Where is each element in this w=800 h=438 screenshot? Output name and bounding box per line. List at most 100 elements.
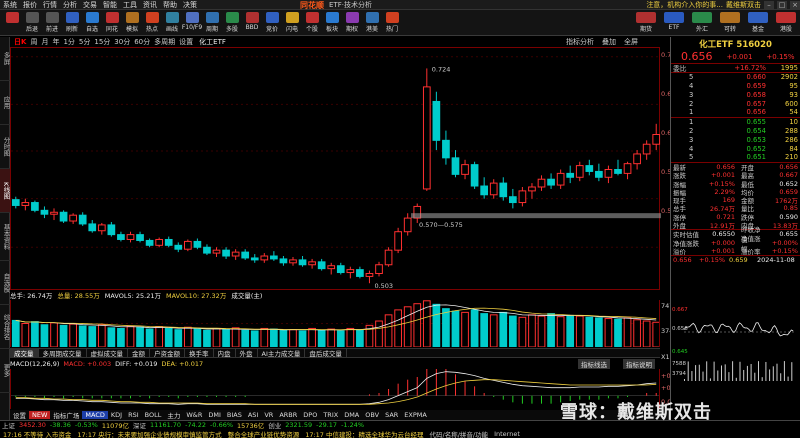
- period-tab[interactable]: 日K: [12, 37, 28, 47]
- maximize-icon[interactable]: □: [777, 0, 787, 10]
- period-tab[interactable]: 设置: [177, 37, 195, 47]
- menu-item[interactable]: 帮助: [160, 0, 180, 10]
- period-tab[interactable]: 15分: [92, 37, 112, 47]
- toolbar-button[interactable]: 多股: [222, 10, 242, 36]
- indicator-tab[interactable]: SAR: [382, 411, 401, 419]
- buy-row[interactable]: 2 0.654 288: [671, 127, 800, 136]
- toolbar-button[interactable]: 港美: [362, 10, 382, 36]
- ticker-item[interactable]: 代码/名称/拼音/功能: [427, 429, 492, 438]
- period-tab[interactable]: 年: [50, 37, 61, 47]
- indicator-tab[interactable]: ASI: [245, 411, 262, 419]
- toolbar-button[interactable]: 期权: [342, 10, 362, 36]
- left-tab[interactable]: 分时图: [0, 125, 10, 169]
- menu-item[interactable]: 交易: [80, 0, 100, 10]
- minimize-icon[interactable]: –: [764, 0, 774, 10]
- menu-item[interactable]: 系统: [0, 0, 20, 10]
- toolbar-button[interactable]: 画线: [162, 10, 182, 36]
- left-tab[interactable]: K线图: [0, 169, 10, 213]
- menu-item[interactable]: 工具: [120, 0, 140, 10]
- indicator-tab[interactable]: OBV: [362, 411, 382, 419]
- period-tab[interactable]: 5分: [77, 37, 92, 47]
- toolbar-button[interactable]: 同花: [102, 10, 122, 36]
- toolbar-button[interactable]: 周期: [202, 10, 222, 36]
- sell-row[interactable]: 2 0.657 600: [671, 99, 800, 108]
- volume-tab[interactable]: 成交量: [10, 348, 39, 358]
- toolbar-button[interactable]: 模拟: [122, 10, 142, 36]
- indicator-tab[interactable]: DMA: [341, 411, 362, 419]
- toolbar-button[interactable]: 自选: [82, 10, 102, 36]
- chart-tool-button[interactable]: 叠加: [600, 37, 618, 47]
- toolbar-button[interactable]: 外汇: [688, 10, 716, 36]
- indicator-tab[interactable]: 主力: [164, 410, 183, 420]
- ticker-item[interactable]: Internet: [491, 430, 523, 438]
- indicator-tab[interactable]: 指标广场: [50, 410, 82, 420]
- intraday-mini-chart[interactable]: 0.667 0.656 0.645 7588 3794: [672, 303, 798, 383]
- period-tab[interactable]: 30分: [112, 37, 132, 47]
- close-icon[interactable]: ×: [790, 0, 800, 10]
- chart-tool-button[interactable]: 全屏: [622, 37, 640, 47]
- toolbar-button[interactable]: 期货: [632, 10, 660, 36]
- menu-item[interactable]: 智能: [100, 0, 120, 10]
- volume-tab[interactable]: 多周期成交量: [39, 348, 87, 358]
- indicator-tab[interactable]: BOLL: [142, 411, 165, 419]
- menu-item[interactable]: 决策: [180, 0, 200, 10]
- indicator-tab[interactable]: MACD: [82, 411, 108, 419]
- macd-line-select-button[interactable]: 指标线选: [578, 359, 610, 369]
- buy-row[interactable]: 3 0.653 286: [671, 135, 800, 144]
- period-tab[interactable]: 1分: [61, 37, 76, 47]
- toolbar-button[interactable]: 前进: [42, 10, 62, 36]
- ticker-item[interactable]: 整合全球产业链优势资源: [225, 429, 303, 438]
- menu-item[interactable]: 资讯: [140, 0, 160, 10]
- buy-row[interactable]: 5 0.651 210: [671, 153, 800, 162]
- menu-item[interactable]: 分析: [60, 0, 80, 10]
- indicator-tab[interactable]: 设置: [10, 410, 29, 420]
- ticker-item[interactable]: 17:16 不等待 入市资金: [0, 429, 74, 438]
- volume-tab[interactable]: 换手率: [185, 348, 214, 358]
- buy-row[interactable]: 4 0.652 84: [671, 144, 800, 153]
- volume-panel[interactable]: [10, 300, 661, 348]
- volume-tab[interactable]: 户资金额: [150, 348, 185, 358]
- left-tab[interactable]: 多屏: [0, 37, 10, 81]
- indicator-tab[interactable]: ARBR: [276, 411, 300, 419]
- volume-tab[interactable]: 金额: [128, 348, 150, 358]
- toolbar-button[interactable]: 后退: [22, 10, 42, 36]
- buy-row[interactable]: 1 0.655 10: [671, 118, 800, 127]
- toolbar-button[interactable]: 可转: [716, 10, 744, 36]
- account-name[interactable]: 戴维斯双击: [726, 0, 761, 10]
- sell-row[interactable]: 4 0.659 95: [671, 82, 800, 91]
- menu-item[interactable]: 行情: [40, 0, 60, 10]
- chart-tool-button[interactable]: 指标分析: [564, 37, 596, 47]
- toolbar-button[interactable]: 板块: [322, 10, 342, 36]
- toolbar-button[interactable]: 刷新: [62, 10, 82, 36]
- toolbar-button[interactable]: 港股: [772, 10, 800, 36]
- indicator-tab[interactable]: W&R: [183, 411, 205, 419]
- volume-label[interactable]: 成交量(主): [231, 290, 262, 300]
- toolbar-button[interactable]: 个股: [302, 10, 322, 36]
- left-tab[interactable]: 自选股: [0, 261, 10, 305]
- toolbar-button[interactable]: 热门: [382, 10, 402, 36]
- sell-row[interactable]: 3 0.658 93: [671, 90, 800, 99]
- notice-text[interactable]: 注意，机构介入你的事...: [646, 0, 723, 10]
- ticker-item[interactable]: 17:17 中信建投：精选全球华为云台经理: [302, 429, 426, 438]
- period-tab[interactable]: 月: [39, 37, 50, 47]
- indicator-tab[interactable]: DPO: [300, 411, 320, 419]
- volume-tab[interactable]: AI主力成交量: [258, 348, 306, 358]
- indicator-tab[interactable]: NEW: [29, 411, 51, 419]
- toolbar-button[interactable]: 基金: [744, 10, 772, 36]
- indicator-tab[interactable]: DMI: [205, 411, 224, 419]
- ticker-item[interactable]: 17:17 央行：未来要加强企业债规模审慎监管方式: [74, 429, 224, 438]
- indicator-tab[interactable]: BIAS: [224, 411, 245, 419]
- toolbar-button[interactable]: [2, 10, 22, 36]
- sell-row[interactable]: 5 0.660 2902: [671, 73, 800, 82]
- volume-tab[interactable]: 内盘: [214, 348, 236, 358]
- volume-tab[interactable]: 外盘: [236, 348, 258, 358]
- left-tab[interactable]: 综合排名: [0, 305, 10, 349]
- indicator-tab[interactable]: VR: [261, 411, 276, 419]
- toolbar-button[interactable]: 热点: [142, 10, 162, 36]
- indicator-tab[interactable]: TRIX: [320, 411, 341, 419]
- toolbar-button[interactable]: 竞价: [262, 10, 282, 36]
- toolbar-button[interactable]: 闪电: [282, 10, 302, 36]
- toolbar-button[interactable]: BBD: [242, 10, 262, 36]
- indicator-tab[interactable]: KDJ: [108, 411, 125, 419]
- left-tab[interactable]: 更多: [0, 349, 10, 393]
